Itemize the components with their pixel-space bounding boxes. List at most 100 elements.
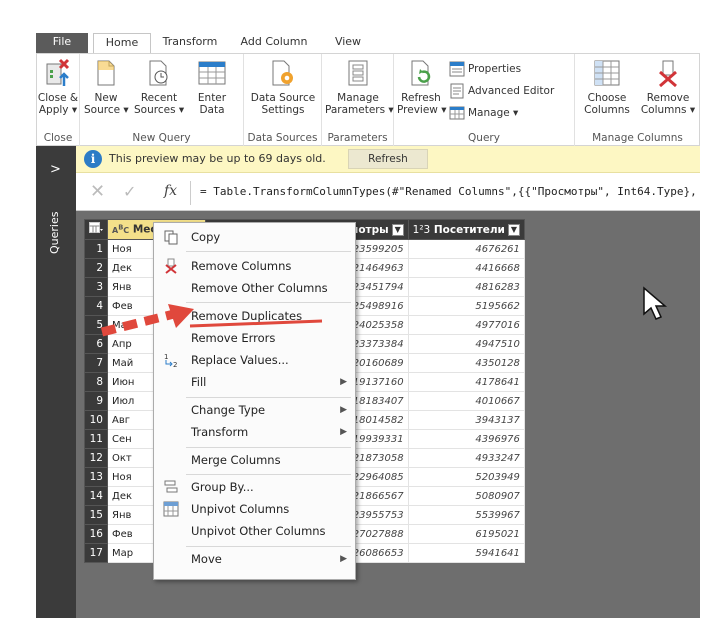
fx-icon[interactable]: fx [164,183,177,199]
advanced-editor-button[interactable]: Advanced Editor [449,83,554,99]
menu-separator [186,251,351,252]
group-label-new-query: New Query [132,132,191,144]
group-query: Refresh Preview ▾ Properties Advanced Ed… [394,54,575,146]
remove-columns-button[interactable]: Remove Columns ▾ [639,58,697,116]
group-label-close: Close [43,132,73,144]
formula-bar: ✕ ✓ fx = Table.TransformColumnTypes(#"Re… [76,175,700,211]
enter-data-button[interactable]: Enter Data [190,58,234,116]
properties-button[interactable]: Properties [449,61,521,77]
svg-text:2: 2 [173,361,177,368]
cancel-formula-icon[interactable]: ✕ [90,181,105,202]
menu-item-copy[interactable]: Copy [154,226,355,248]
visitors-cell[interactable]: 4816283 [407,277,525,297]
visitors-cell[interactable]: 5195662 [407,296,525,316]
replace-values-icon: 12 [164,353,177,368]
submenu-arrow-icon: ▶ [340,377,347,387]
menu-item-remove-columns[interactable]: Remove Columns [154,255,355,277]
choose-columns-button[interactable]: Choose Columns [579,58,635,116]
menu-item-change-type[interactable]: Change Type ▶ [154,399,355,421]
close-apply-button[interactable]: Close & Apply ▾ [37,58,79,116]
visitors-cell[interactable]: 5539967 [407,505,525,525]
group-by-icon [164,480,178,493]
row-number[interactable]: 15 [84,505,108,525]
manage-parameters-button[interactable]: Manage Parameters ▾ [325,58,394,116]
refresh-preview-button[interactable]: Refresh Preview ▾ [397,58,446,116]
menu-item-transform[interactable]: Transform ▶ [154,421,355,443]
tab-file[interactable]: File [36,33,88,53]
menu-item-unpivot-other-columns[interactable]: Unpivot Other Columns [154,520,355,542]
info-bar: i This preview may be up to 69 days old.… [76,146,700,173]
menu-item-merge-columns[interactable]: Merge Columns [154,449,355,471]
menu-item-move[interactable]: Move ▶ [154,548,355,570]
formula-separator [190,181,191,205]
visitors-cell[interactable]: 5941641 [407,543,525,563]
mouse-cursor-icon [643,286,668,320]
manage-icon [449,106,465,120]
visitors-cell[interactable]: 4947510 [407,334,525,354]
row-number[interactable]: 10 [84,410,108,430]
recent-sources-button[interactable]: Recent Sources ▾ [134,58,184,116]
visitors-cell[interactable]: 4350128 [407,353,525,373]
group-label-parameters: Parameters [327,132,388,144]
queries-label[interactable]: Queries [48,212,61,254]
annotation-arrow-icon [100,304,323,337]
row-number[interactable]: 17 [84,543,108,563]
row-number[interactable]: 13 [84,467,108,487]
visitors-cell[interactable]: 6195021 [407,524,525,544]
manage-query-button[interactable]: Manage ▾ [449,105,518,121]
row-number[interactable]: 7 [84,353,108,373]
visitors-cell[interactable]: 3943137 [407,410,525,430]
submenu-arrow-icon: ▶ [340,554,347,564]
row-number[interactable]: 16 [84,524,108,544]
row-number[interactable]: 12 [84,448,108,468]
row-number[interactable]: 2 [84,258,108,278]
menu-separator [186,397,351,398]
row-number[interactable]: 14 [84,486,108,506]
visitors-cell[interactable]: 4977016 [407,315,525,335]
ribbon: Close & Apply ▾ Close New Source ▾ Recen… [36,53,700,146]
tab-home[interactable]: Home [93,33,151,54]
close-apply-icon [46,58,70,86]
expand-queries-chevron-icon[interactable]: > [50,162,61,177]
info-icon: i [84,150,102,168]
tab-add-column[interactable]: Add Column [232,33,316,53]
row-number[interactable]: 8 [84,372,108,392]
menu-item-unpivot-columns[interactable]: Unpivot Columns [154,498,355,520]
menu-item-group-by[interactable]: Group By... [154,476,355,498]
visitors-cell[interactable]: 4676261 [407,239,525,259]
group-close: Close & Apply ▾ Close [37,54,80,146]
table-icon [198,61,226,85]
filter-dropdown-icon[interactable]: ▼ [507,223,520,236]
row-number[interactable]: 9 [84,391,108,411]
visitors-cell[interactable]: 4396976 [407,429,525,449]
row-number[interactable]: 1 [84,239,108,259]
visitors-cell[interactable]: 4178641 [407,372,525,392]
group-label-query: Query [468,132,500,144]
visitors-cell[interactable]: 4416668 [407,258,525,278]
filter-dropdown-icon[interactable]: ▼ [391,223,404,236]
row-number[interactable]: 3 [84,277,108,297]
column-header-visitors[interactable]: 1²3 Посетители ▼ [407,219,525,240]
properties-icon [449,61,465,77]
formula-input[interactable]: = Table.TransformColumnTypes(#"Renamed C… [200,185,697,198]
table-corner-menu[interactable] [84,219,108,240]
settings-icon [272,60,293,86]
commit-formula-icon[interactable]: ✓ [123,182,136,201]
menu-separator [186,302,351,303]
choose-columns-icon [594,60,620,86]
menu-item-fill[interactable]: Fill ▶ [154,371,355,393]
menu-separator [186,546,351,547]
refresh-button[interactable]: Refresh [348,149,428,169]
visitors-cell[interactable]: 5080907 [407,486,525,506]
visitors-cell[interactable]: 4933247 [407,448,525,468]
row-number[interactable]: 11 [84,429,108,449]
data-source-settings-button[interactable]: Data Source Settings [248,58,318,116]
visitors-cell[interactable]: 5203949 [407,467,525,487]
new-source-button[interactable]: New Source ▾ [84,58,129,116]
unpivot-icon [163,501,179,517]
menu-item-remove-other-columns[interactable]: Remove Other Columns [154,277,355,299]
refresh-icon [411,60,431,86]
tab-transform[interactable]: Transform [154,33,226,53]
tab-view[interactable]: View [328,33,368,53]
visitors-cell[interactable]: 4010667 [407,391,525,411]
